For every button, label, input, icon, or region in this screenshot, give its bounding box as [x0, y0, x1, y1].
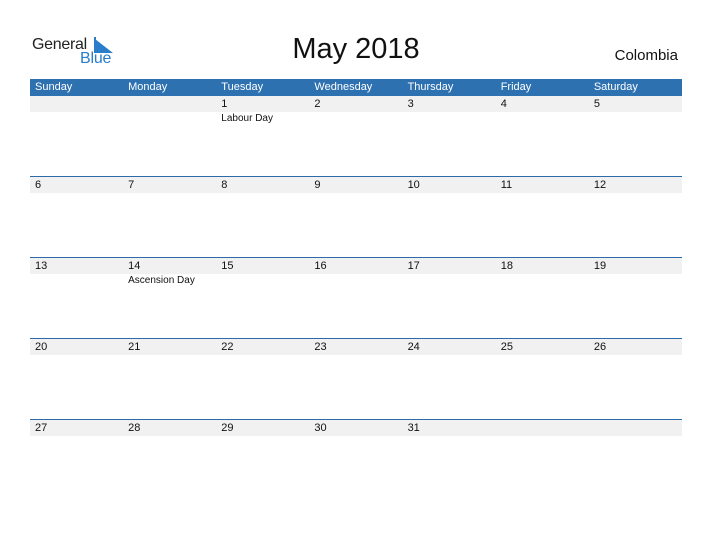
- day-cell: 18: [496, 258, 589, 274]
- day-cell: 21: [123, 339, 216, 355]
- week-row: 1 Labour Day 2 3 4 5: [30, 96, 682, 177]
- day-cell: 11: [496, 177, 589, 193]
- date-strip: 13 14 Ascension Day 15 16 17 18 19: [30, 258, 682, 286]
- day-cell: 8: [216, 177, 309, 193]
- day-number: 4: [500, 98, 507, 110]
- day-number: 8: [221, 179, 228, 191]
- holiday-label: Ascension Day: [128, 275, 195, 286]
- date-strip: 27 28 29 30 31: [30, 420, 682, 436]
- date-strip: 6 7 8 9 10 11 12: [30, 177, 682, 193]
- day-cell: 7: [123, 177, 216, 193]
- day-number: 29: [221, 422, 234, 434]
- day-number: 27: [35, 422, 48, 434]
- day-number: 14: [128, 260, 141, 272]
- day-cell: [496, 420, 589, 436]
- day-cell: 27: [30, 420, 123, 436]
- week-row: 13 14 Ascension Day 15 16 17 18 19: [30, 257, 682, 338]
- weekday-header: Sunday Monday Tuesday Wednesday Thursday…: [30, 79, 682, 96]
- day-cell: 9: [309, 177, 402, 193]
- day-number: 30: [314, 422, 327, 434]
- day-number: [496, 420, 589, 436]
- day-number: 6: [35, 179, 42, 191]
- day-cell: 20: [30, 339, 123, 355]
- day-cell: 4: [496, 96, 589, 112]
- day-cell: 6: [30, 177, 123, 193]
- day-number: 18: [500, 260, 513, 272]
- day-number: 11: [500, 179, 513, 191]
- day-number: 25: [500, 341, 513, 353]
- day-cell: 12: [589, 177, 682, 193]
- weekday-friday: Friday: [500, 81, 532, 93]
- day-cell: 1 Labour Day: [216, 96, 309, 124]
- day-number: 21: [128, 341, 141, 353]
- weekday-saturday: Saturday: [593, 81, 638, 93]
- weekday-tuesday: Tuesday: [221, 81, 264, 93]
- day-cell: 14 Ascension Day: [123, 258, 216, 286]
- day-number: 3: [407, 98, 414, 110]
- day-number: 10: [407, 179, 420, 191]
- day-cell: 24: [403, 339, 496, 355]
- day-number: 13: [35, 260, 48, 272]
- day-number: 23: [314, 341, 327, 353]
- day-number: 31: [407, 422, 420, 434]
- day-number: 1: [221, 98, 228, 110]
- day-number: 17: [407, 260, 420, 272]
- day-cell: 13: [30, 258, 123, 274]
- day-cell: 29: [216, 420, 309, 436]
- day-cell: 30: [309, 420, 402, 436]
- weekday-thursday: Thursday: [407, 81, 454, 93]
- day-cell: 16: [309, 258, 402, 274]
- day-cell: [589, 420, 682, 436]
- day-cell: 26: [589, 339, 682, 355]
- day-number: 26: [593, 341, 607, 353]
- day-number: 12: [593, 179, 607, 191]
- day-number: 19: [593, 260, 607, 272]
- day-number: 20: [35, 341, 48, 353]
- day-cell: 2: [309, 96, 402, 112]
- day-cell: 3: [403, 96, 496, 112]
- day-number: 2: [314, 98, 321, 110]
- week-row: 20 21 22 23 24 25 26: [30, 338, 682, 419]
- date-strip: 20 21 22 23 24 25 26: [30, 339, 682, 355]
- week-row: 6 7 8 9 10 11 12: [30, 176, 682, 257]
- day-number: 15: [221, 260, 234, 272]
- day-cell: 23: [309, 339, 402, 355]
- day-cell: 5: [589, 96, 682, 112]
- day-number: 5: [593, 98, 600, 110]
- day-cell: 17: [403, 258, 496, 274]
- day-cell: [123, 96, 216, 112]
- weekday-monday: Monday: [128, 81, 168, 93]
- day-cell: 22: [216, 339, 309, 355]
- day-number: 16: [314, 260, 327, 272]
- day-number: [30, 96, 123, 112]
- day-number: [123, 96, 216, 112]
- day-number: [589, 420, 682, 436]
- day-cell: 15: [216, 258, 309, 274]
- day-number: 24: [407, 341, 420, 353]
- weekday-wednesday: Wednesday: [314, 81, 373, 93]
- day-cell: 28: [123, 420, 216, 436]
- day-number: 7: [128, 179, 135, 191]
- day-cell: 19: [589, 258, 682, 274]
- day-cell: 25: [496, 339, 589, 355]
- day-number: 22: [221, 341, 234, 353]
- week-row: 27 28 29 30 31: [30, 419, 682, 500]
- date-strip: 1 Labour Day 2 3 4 5: [30, 96, 682, 124]
- day-cell: 10: [403, 177, 496, 193]
- day-number: 28: [128, 422, 141, 434]
- holiday-label: Labour Day: [221, 113, 273, 124]
- country-label: Colombia: [614, 47, 678, 64]
- day-cell: 31: [403, 420, 496, 436]
- day-cell: [30, 96, 123, 112]
- calendar-grid: Sunday Monday Tuesday Wednesday Thursday…: [30, 79, 682, 436]
- calendar-title: May 2018: [292, 33, 420, 65]
- day-number: 9: [314, 179, 321, 191]
- weekday-sunday: Sunday: [35, 81, 73, 93]
